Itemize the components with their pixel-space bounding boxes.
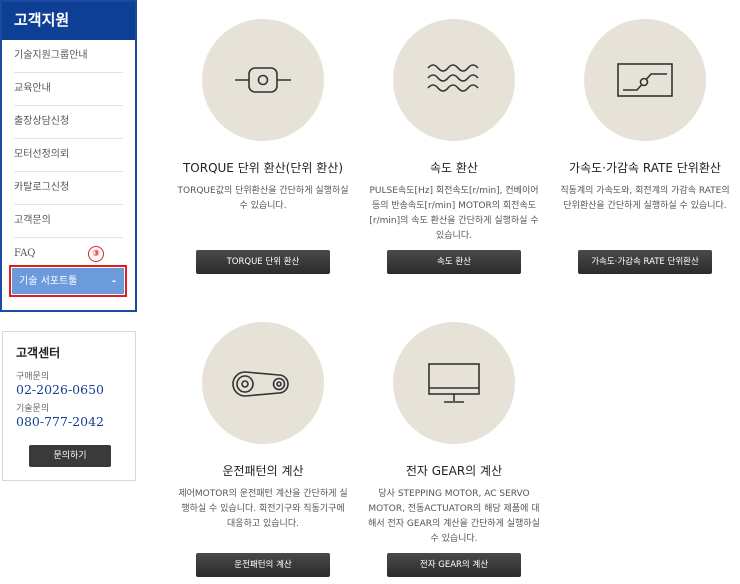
torque-convert-button[interactable]: TORQUE 단위 환산 <box>196 250 330 274</box>
operation-pattern-button[interactable]: 운전패턴의 계산 <box>196 553 330 577</box>
sidebar-item-support-tools[interactable]: 기술 서포트툴 - <box>9 265 127 297</box>
customer-center-title: 고객센터 <box>16 346 61 360</box>
sidebar-item-education[interactable]: 교육안내 <box>14 73 123 106</box>
card-title: TORQUE 단위 환산(단위 환산) <box>182 161 344 175</box>
card-description: 직동계의 가속도와, 회전계의 가감속 RATE의 단위환산을 간단하게 실행하… <box>560 186 730 211</box>
sidebar-list: 기술지원그룹안내 교육안내 출장상담신청 모터선정의뢰 카탈로그신청 고객문의 … <box>2 40 135 270</box>
card-title: 속도 환산 <box>430 161 478 175</box>
sidebar-item-catalog-request[interactable]: 카탈로그신청 <box>14 172 123 205</box>
card-torque: TORQUE 단위 환산(단위 환산) TORQUE값의 단위환산을 간단하게 … <box>172 19 354 274</box>
card-acceleration: 가속도·가감속 RATE 단위환산 직동계의 가속도와, 회전계의 가감속 RA… <box>554 19 736 274</box>
sidebar-item-customer-inquiry[interactable]: 고객문의 <box>14 205 123 238</box>
card-description: TORQUE값의 단위환산을 간단하게 실행하실 수 있습니다. <box>177 186 349 211</box>
card-description: 당사 STEPPING MOTOR, AC SERVO MOTOR, 전동ACT… <box>368 489 540 544</box>
sidebar-item-onsite-consult[interactable]: 출장상담신청 <box>14 106 123 139</box>
tech-inquiry-label: 기술문의 <box>16 404 50 414</box>
card-description: 제어MOTOR의 운전패턴 계산을 간단하게 실행하실 수 있습니다. 회전기구… <box>178 489 348 529</box>
sales-phone: 02-2026-0650 <box>16 382 104 397</box>
acceleration-convert-button[interactable]: 가속도·가감속 RATE 단위환산 <box>578 250 712 274</box>
sidebar-item-tech-support-group[interactable]: 기술지원그룹안내 <box>14 40 123 73</box>
speed-convert-button[interactable]: 속도 환산 <box>387 250 521 274</box>
monitor-icon <box>393 322 515 444</box>
speed-wave-icon <box>393 19 515 141</box>
sidebar-title: 고객지원 <box>2 2 135 40</box>
sales-inquiry-label: 구매문의 <box>16 372 50 382</box>
card-speed: 속도 환산 PULSE속도[Hz] 회전속도[r/min], 컨베이어 등의 반… <box>363 19 545 274</box>
annotation-marker: ③ <box>88 246 104 262</box>
active-item-background: 기술 서포트툴 - <box>12 268 124 294</box>
acceleration-graph-icon <box>584 19 706 141</box>
sidebar-item-motor-selection[interactable]: 모터선정의뢰 <box>14 139 123 172</box>
sidebar-item-label: 기술 서포트툴 <box>19 276 78 287</box>
card-title: 전자 GEAR의 계산 <box>405 464 503 478</box>
tech-phone: 080-777-2042 <box>16 414 104 429</box>
torque-icon <box>202 19 324 141</box>
collapse-icon: - <box>111 276 116 287</box>
inquiry-button[interactable]: 문의하기 <box>29 445 111 467</box>
card-title: 운전패턴의 계산 <box>222 464 304 478</box>
card-description: PULSE속도[Hz] 회전속도[r/min], 컨베이어 등의 반송속도[r/… <box>369 186 539 241</box>
card-electronic-gear: 전자 GEAR의 계산 당사 STEPPING MOTOR, AC SERVO … <box>363 322 545 577</box>
card-title: 가속도·가감속 RATE 단위환산 <box>569 161 721 175</box>
belt-pulley-icon <box>202 322 324 444</box>
customer-center-box: 고객센터 구매문의 02-2026-0650 기술문의 080-777-2042… <box>2 331 136 481</box>
electronic-gear-button[interactable]: 전자 GEAR의 계산 <box>387 553 521 577</box>
card-operation-pattern: 운전패턴의 계산 제어MOTOR의 운전패턴 계산을 간단하게 실행하실 수 있… <box>172 322 354 577</box>
